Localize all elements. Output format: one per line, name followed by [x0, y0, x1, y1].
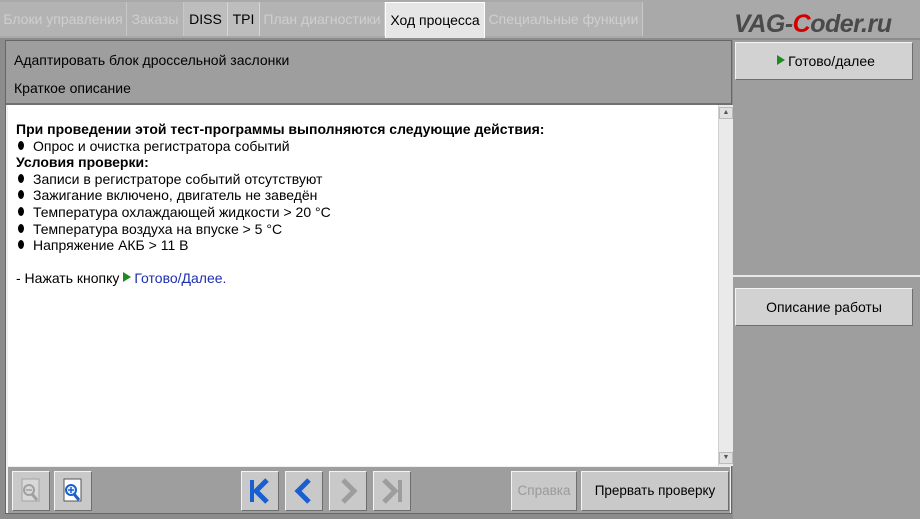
tab-orders[interactable]: Заказы [127, 2, 184, 36]
bullet-icon [18, 140, 24, 150]
list-item: Записи в регистраторе событий отсутствую… [16, 171, 544, 188]
zoom-out-icon [21, 478, 40, 502]
tab-tpi[interactable]: TPI [228, 2, 260, 36]
bullet-icon [18, 206, 24, 216]
program-subtitle: Краткое описание [14, 80, 131, 96]
list-item: Температура охлаждающей жидкости > 20 °C [16, 204, 544, 221]
list-item: Зажигание включено, двигатель не заведён [16, 187, 544, 204]
program-header: Адаптировать блок дроссельной заслонки К… [6, 41, 731, 105]
play-icon [777, 55, 786, 65]
skip-last-icon [382, 478, 402, 504]
tab-special-functions[interactable]: Специальные функции [485, 2, 643, 36]
chevron-right-icon [341, 478, 358, 504]
description-content: При проведении этой тест-программы выпол… [8, 105, 718, 466]
bullet-icon [18, 173, 24, 183]
tab-control-units[interactable]: Блоки управления [0, 2, 127, 36]
next-link[interactable]: Готово/Далее [134, 270, 222, 286]
main-panel: Адаптировать блок дроссельной заслонки К… [5, 40, 733, 514]
watermark-logo: VAG-Coder.ru [734, 10, 892, 38]
divider [733, 275, 920, 277]
play-icon [123, 271, 132, 282]
help-button[interactable]: Справка [511, 471, 577, 511]
conditions-heading: Условия проверки: [16, 154, 149, 171]
instruction-line: - Нажать кнопку Готово/Далее. [16, 269, 227, 286]
bullet-icon [18, 240, 24, 250]
previous-step-button[interactable] [285, 471, 323, 511]
tab-diagnostic-plan[interactable]: План диагностики [260, 2, 385, 36]
vertical-scrollbar[interactable]: ▲ ▼ [718, 105, 733, 466]
tab-bar: Блоки управления Заказы DISS TPI План ди… [0, 0, 920, 38]
tab-diss[interactable]: DISS [184, 2, 228, 36]
actions-heading: При проведении этой тест-программы выпол… [16, 121, 545, 137]
chevron-left-icon [294, 478, 311, 504]
next-button-label: Готово/далее [788, 53, 875, 69]
bottom-toolbar: Справка Прервать проверку [8, 467, 730, 513]
scroll-down-icon[interactable]: ▼ [719, 452, 733, 464]
last-step-button[interactable] [373, 471, 411, 511]
program-title: Адаптировать блок дроссельной заслонки [14, 52, 290, 68]
first-step-button[interactable] [241, 471, 279, 511]
zoom-out-button[interactable] [12, 471, 50, 511]
bullet-icon [18, 223, 24, 233]
right-sidebar: Готово/далее Описание работы [733, 40, 920, 519]
zoom-in-button[interactable] [54, 471, 92, 511]
zoom-in-icon [63, 478, 82, 502]
list-item: Температура воздуха на впуске > 5 °C [16, 221, 544, 238]
next-step-button[interactable] [329, 471, 367, 511]
tab-process[interactable]: Ход процесса [385, 2, 485, 38]
abort-test-button[interactable]: Прервать проверку [581, 471, 729, 511]
next-button[interactable]: Готово/далее [735, 42, 913, 80]
work-description-button[interactable]: Описание работы [735, 288, 913, 326]
bullet-icon [18, 190, 24, 200]
list-item: Напряжение АКБ > 11 В [16, 237, 544, 254]
list-item: Опрос и очистка регистратора событий [16, 138, 544, 155]
skip-first-icon [250, 478, 269, 504]
scroll-up-icon[interactable]: ▲ [719, 107, 733, 119]
